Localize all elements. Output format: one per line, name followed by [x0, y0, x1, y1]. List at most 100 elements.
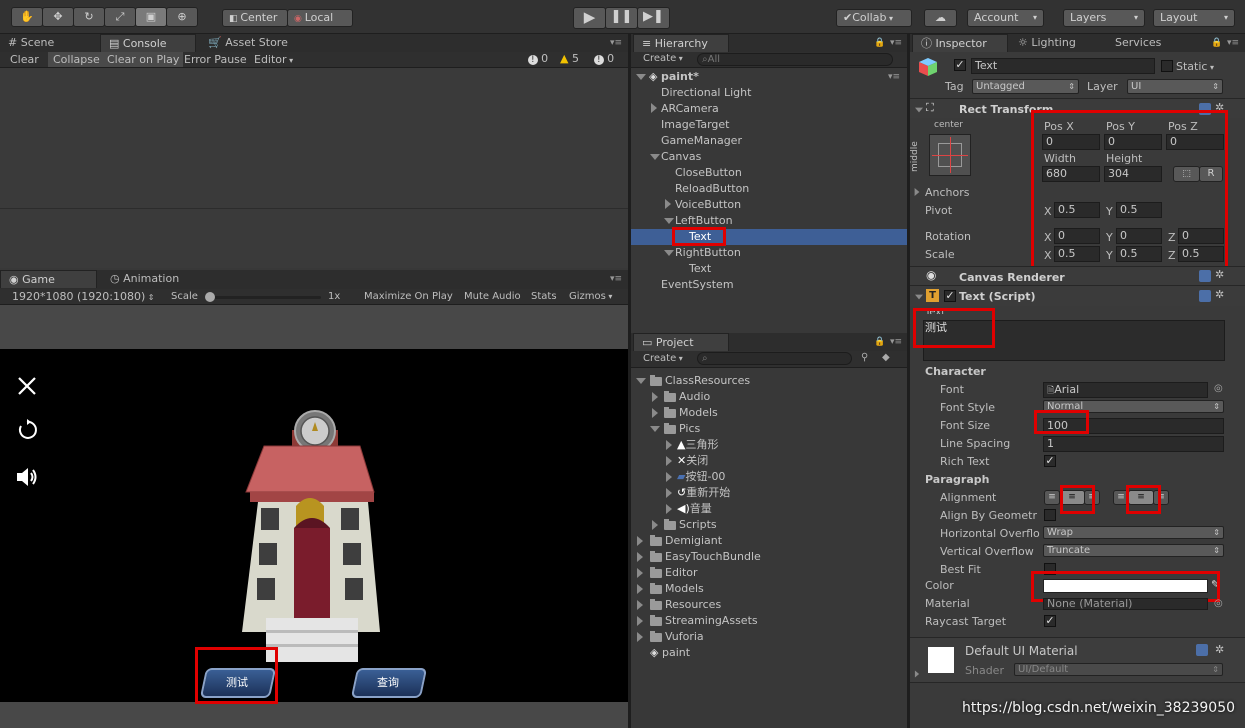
static-dropdown[interactable]: Static ▾	[1176, 61, 1214, 72]
object-name-field[interactable]: Text	[971, 58, 1155, 74]
fold-arrow-icon[interactable]	[915, 294, 923, 300]
speaker-icon[interactable]	[15, 465, 39, 489]
hierarchy-item[interactable]: ImageTarget	[661, 117, 729, 133]
fold-arrow-icon[interactable]	[914, 188, 920, 196]
fold-arrow-icon[interactable]	[664, 250, 674, 256]
project-search-input[interactable]: ⌕	[697, 352, 852, 365]
scale-x-field[interactable]: 0.5	[1054, 246, 1100, 262]
font-field[interactable]: 🗎Arial	[1043, 382, 1208, 398]
hierarchy-item[interactable]: CloseButton	[675, 165, 742, 181]
panel-menu-icon[interactable]: ▾≡	[1227, 38, 1239, 48]
tab-asset-store[interactable]: 🛒 Asset Store	[200, 34, 300, 52]
hierarchy-item[interactable]: LeftButton	[675, 213, 733, 229]
project-item[interactable]: ▰按钮-00	[677, 469, 725, 485]
hierarchy-item[interactable]: VoiceButton	[675, 197, 741, 213]
anchors-label[interactable]: Anchors	[925, 187, 970, 198]
align-right-button[interactable]: ≡	[1084, 490, 1100, 505]
best-fit-checkbox[interactable]	[1044, 563, 1056, 575]
project-item[interactable]: Scripts	[679, 517, 717, 533]
pause-button[interactable]: ❚❚	[605, 7, 638, 29]
fold-arrow-icon[interactable]	[636, 378, 646, 384]
tab-animation[interactable]: ◷ Animation	[102, 270, 212, 288]
rotate-tool-icon[interactable]: ↻	[73, 7, 105, 27]
hierarchy-item[interactable]: ARCamera	[661, 101, 719, 117]
align-center-button[interactable]: ≡	[1059, 490, 1085, 505]
rect-tool-icon[interactable]: ▣	[135, 7, 167, 27]
line-spacing-field[interactable]: 1	[1043, 436, 1224, 452]
pivot-center-toggle[interactable]: ◧ Center	[222, 9, 288, 27]
console-warning-count[interactable]: ▲ 5	[560, 53, 579, 64]
gizmos-dropdown[interactable]: Gizmos ▾	[569, 292, 612, 302]
hierarchy-item[interactable]: GameManager	[661, 133, 742, 149]
project-item[interactable]: Vuforia	[665, 629, 704, 645]
tag-dropdown[interactable]: Untagged ⇕	[972, 79, 1079, 94]
rotation-z-field[interactable]: 0	[1178, 228, 1224, 244]
fold-arrow-icon[interactable]	[637, 552, 643, 562]
fold-arrow-icon[interactable]	[637, 536, 643, 546]
rich-text-checkbox[interactable]: ✓	[1044, 455, 1056, 467]
pivot-local-toggle[interactable]: ◉ Local	[287, 9, 353, 27]
gear-icon[interactable]: ✲	[1215, 101, 1224, 114]
layout-dropdown[interactable]: Layout ▾	[1153, 9, 1235, 27]
panel-menu-icon[interactable]: ▾≡	[888, 72, 900, 82]
tab-lighting[interactable]: ☼ Lighting	[1010, 34, 1106, 52]
project-item[interactable]: ▲三角形	[677, 437, 718, 453]
console-clear-on-play-button[interactable]: Clear on Play	[103, 52, 184, 67]
scale-tool-icon[interactable]: ⤢	[104, 7, 136, 27]
transform-tool-icon[interactable]: ⊕	[166, 7, 198, 27]
project-item[interactable]: ↺重新开始	[677, 485, 730, 501]
fold-arrow-icon[interactable]	[637, 600, 643, 610]
fold-arrow-icon[interactable]	[637, 616, 643, 626]
material-field[interactable]: None (Material)	[1043, 598, 1208, 610]
object-picker-icon[interactable]: ◎	[1214, 383, 1223, 394]
pos-z-field[interactable]: 0	[1166, 134, 1224, 150]
filter-by-type-icon[interactable]: ⚲	[861, 352, 868, 363]
blueprint-mode-button[interactable]: ⬚	[1173, 166, 1200, 182]
align-bottom-button[interactable]: ≡	[1153, 490, 1169, 505]
project-item[interactable]: Editor	[665, 565, 698, 581]
project-item[interactable]: Models	[665, 581, 704, 597]
fold-arrow-icon[interactable]	[637, 584, 643, 594]
fold-arrow-icon[interactable]	[637, 632, 643, 642]
fold-arrow-icon[interactable]	[650, 154, 660, 160]
resolution-dropdown[interactable]: 1920*1080 (1920:1080) ⇕	[12, 291, 155, 302]
object-picker-icon[interactable]: ◎	[1214, 598, 1223, 609]
console-error-pause-button[interactable]: Error Pause	[184, 54, 247, 65]
console-collapse-button[interactable]: Collapse	[48, 52, 105, 67]
project-item[interactable]: EasyTouchBundle	[665, 549, 761, 565]
filter-by-label-icon[interactable]: ◆	[882, 352, 890, 363]
account-dropdown[interactable]: Account ▾	[967, 9, 1044, 27]
hierarchy-create-dropdown[interactable]: Create ▾	[643, 54, 683, 64]
pivot-x-field[interactable]: 0.5	[1054, 202, 1100, 218]
pos-x-field[interactable]: 0	[1042, 134, 1100, 150]
font-style-dropdown[interactable]: Normal ⇕	[1043, 400, 1224, 413]
text-enabled-checkbox[interactable]: ✓	[944, 290, 956, 302]
project-item[interactable]: Demigiant	[665, 533, 722, 549]
anchor-preset-button[interactable]	[929, 134, 971, 176]
panel-menu-icon[interactable]: ▾≡	[890, 337, 902, 347]
pos-y-field[interactable]: 0	[1104, 134, 1162, 150]
tab-project[interactable]: ▭ Project	[633, 333, 729, 351]
align-middle-button[interactable]: ≡	[1128, 490, 1154, 505]
console-editor-dropdown[interactable]: Editor ▾	[254, 54, 293, 65]
tab-console[interactable]: ▤ Console	[100, 34, 196, 52]
fold-arrow-icon[interactable]	[915, 107, 923, 113]
layers-dropdown[interactable]: Layers ▾	[1063, 9, 1145, 27]
hierarchy-item[interactable]: Directional Light	[661, 85, 751, 101]
eyedropper-icon[interactable]: ✎	[1211, 578, 1220, 591]
project-item[interactable]: ClassResources	[665, 373, 750, 389]
move-tool-icon[interactable]: ✥	[42, 7, 74, 27]
project-item[interactable]: Resources	[665, 597, 721, 613]
tab-game[interactable]: ◉ Game	[0, 270, 97, 288]
project-item[interactable]: StreamingAssets	[665, 613, 758, 629]
maximize-on-play-toggle[interactable]: Maximize On Play	[364, 292, 453, 302]
project-item[interactable]: ◀)音量	[677, 501, 712, 517]
scale-z-field[interactable]: 0.5	[1178, 246, 1224, 262]
mute-audio-toggle[interactable]: Mute Audio	[464, 292, 521, 302]
fold-arrow-icon[interactable]	[651, 103, 657, 113]
panel-menu-icon[interactable]: ▾≡	[610, 38, 622, 48]
fold-arrow-icon[interactable]	[636, 74, 646, 80]
project-item[interactable]: ✕关闭	[677, 453, 708, 469]
hierarchy-item-selected[interactable]: Text	[689, 229, 711, 245]
shader-dropdown[interactable]: UI/Default ⇕	[1014, 663, 1223, 676]
